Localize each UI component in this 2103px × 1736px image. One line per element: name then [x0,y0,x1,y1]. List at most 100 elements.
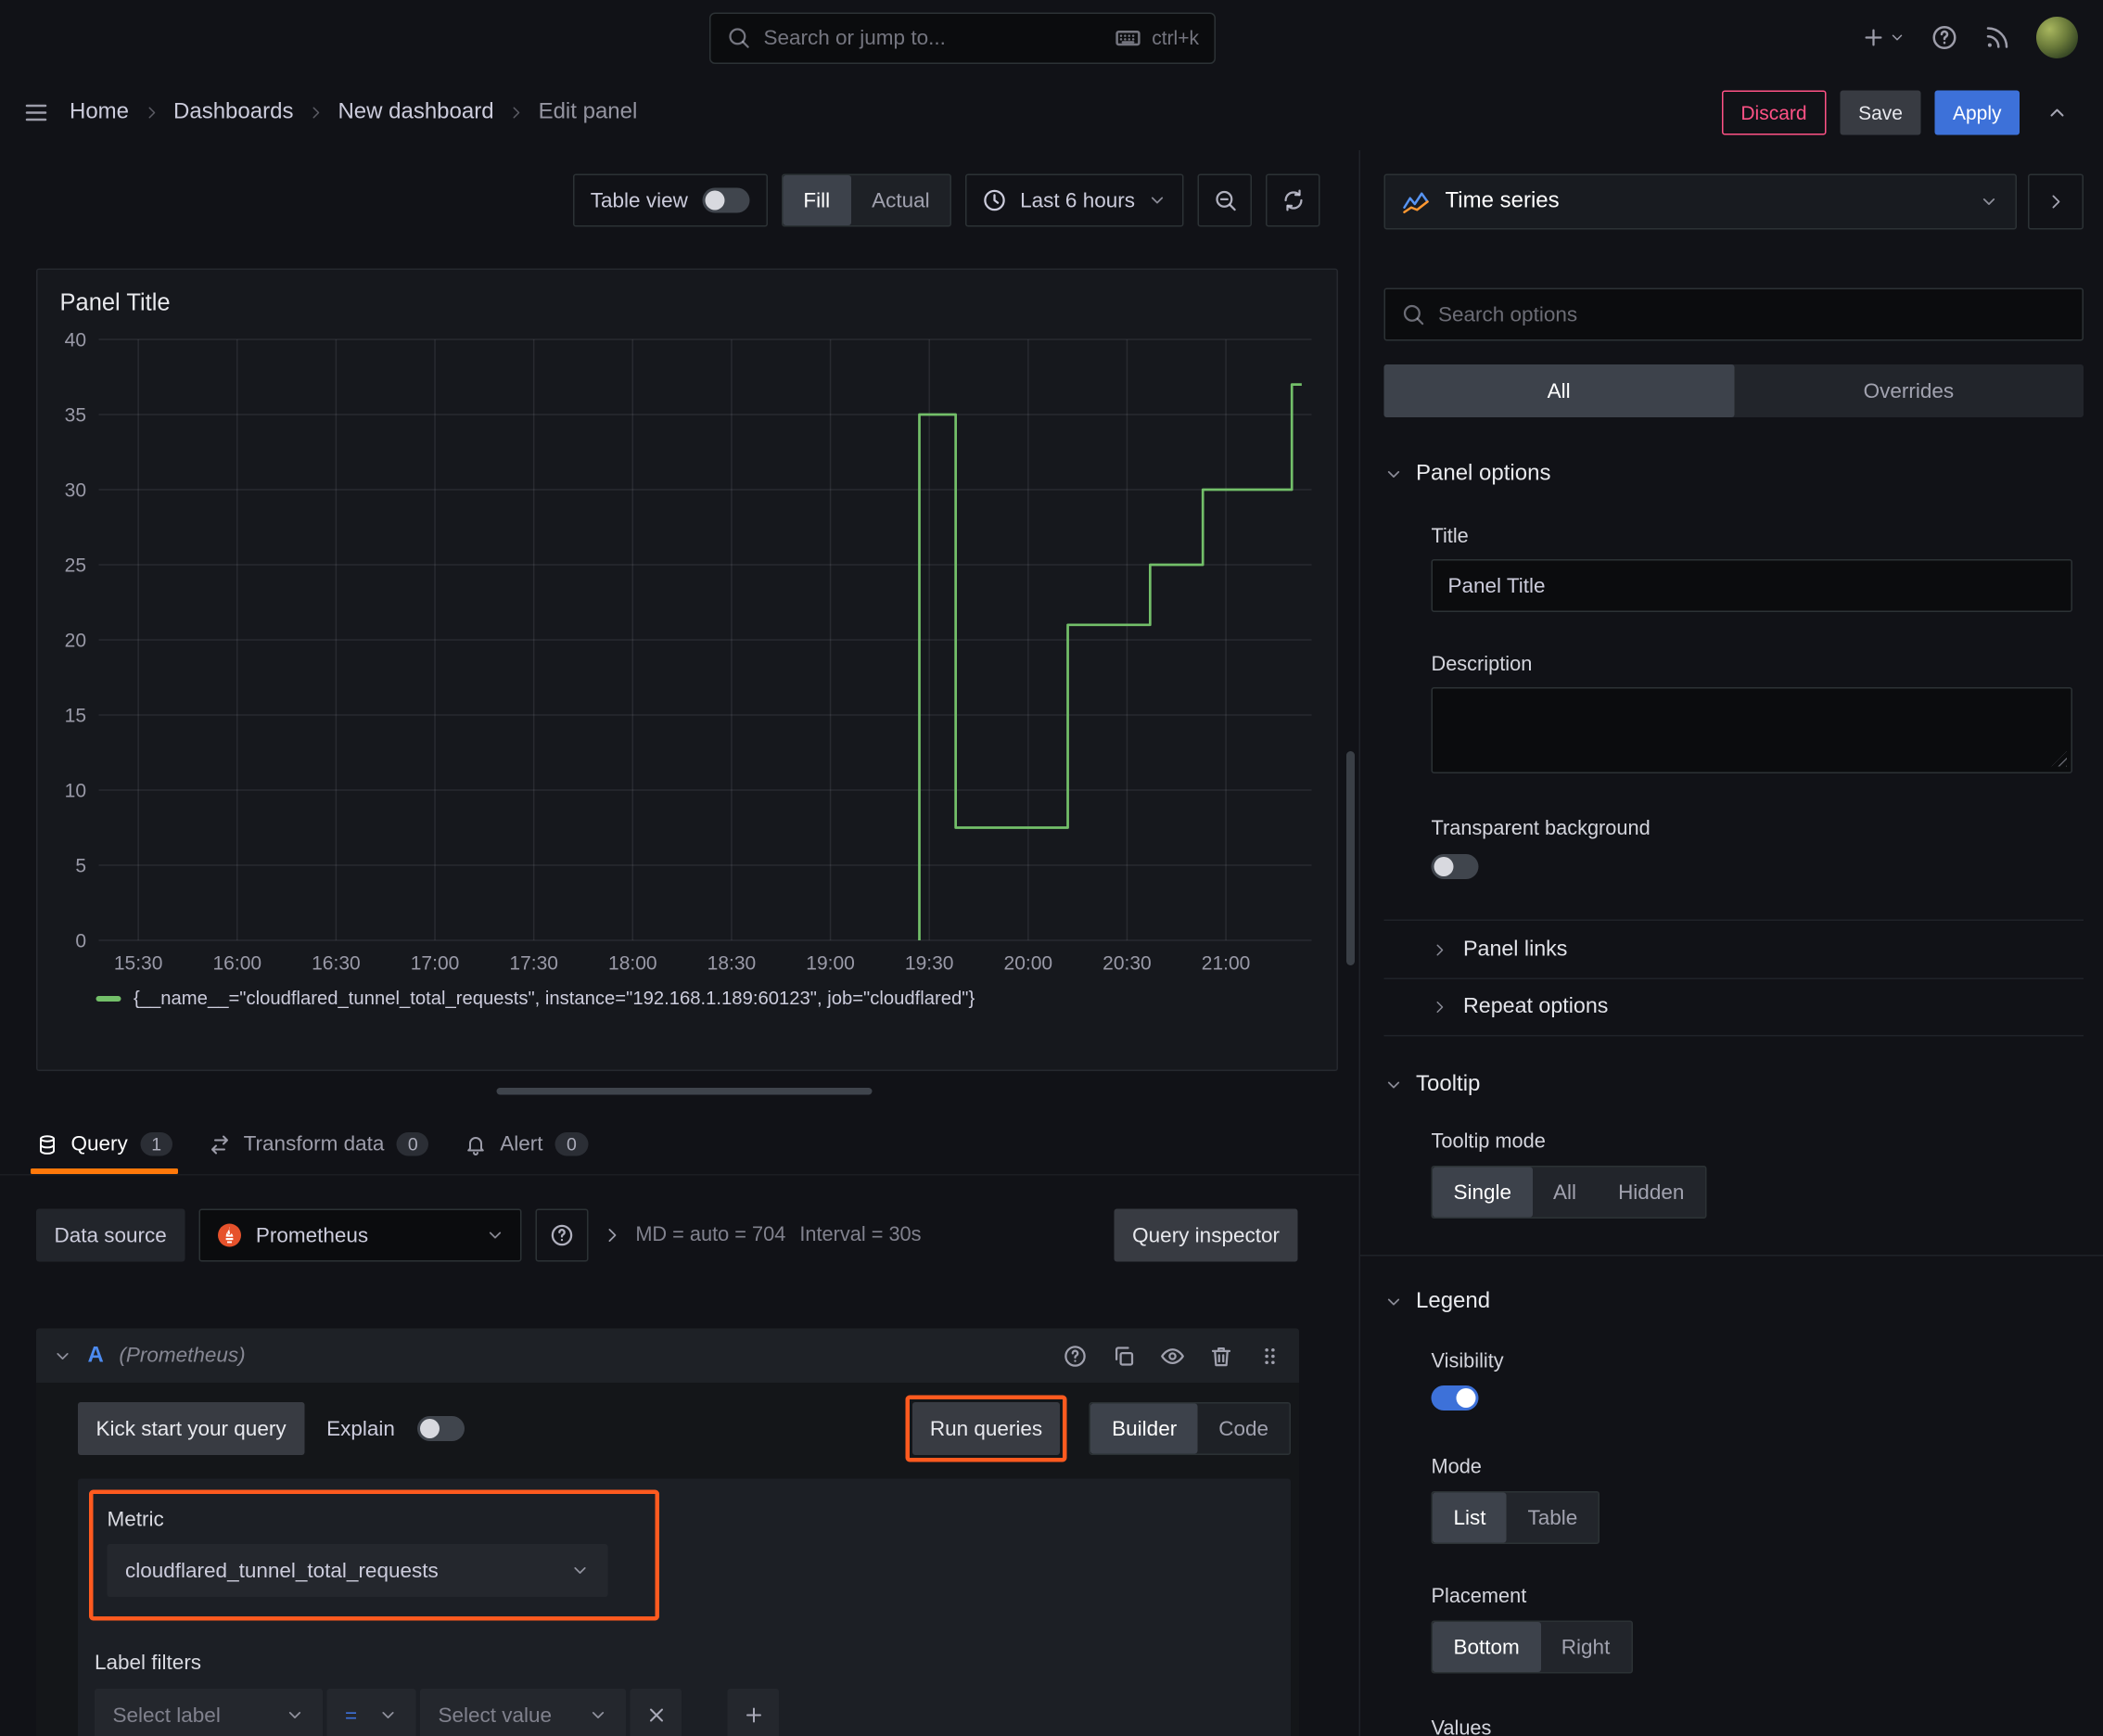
options-tab-all[interactable]: All [1383,364,1734,417]
svg-text:19:00: 19:00 [806,953,855,975]
collapse-query-icon[interactable] [53,1346,72,1365]
discard-button[interactable]: Discard [1721,90,1827,135]
save-button[interactable]: Save [1840,90,1921,135]
query-row-header[interactable]: A (Prometheus) [36,1328,1299,1383]
metric-select[interactable]: cloudflared_tunnel_total_requests [107,1544,608,1597]
breadcrumb-dashboards[interactable]: Dashboards [173,100,293,125]
value-select[interactable]: Select value [420,1689,626,1736]
chevron-up-icon [2046,102,2069,124]
user-avatar[interactable] [2036,17,2078,58]
code-option[interactable]: Code [1198,1404,1290,1454]
question-circle-icon [1063,1343,1088,1368]
metric-label: Metric [107,1508,164,1532]
tab-transform[interactable]: Transform data 0 [209,1115,429,1175]
refresh-button[interactable] [1266,173,1320,227]
section-panel-options[interactable]: Panel options [1384,462,2084,487]
timeseries-chart[interactable]: 0 5 10 15 20 25 30 35 40 15:30 16:00 16:30 17:00 17:3… [55,328,1323,982]
chevron-right-icon [2046,192,2066,211]
legend-placement-right[interactable]: Right [1540,1622,1631,1672]
legend-mode-group: List Table [1431,1491,1600,1544]
datasource-picker[interactable]: Prometheus [198,1208,522,1262]
promql-builder: Metric cloudflared_tunnel_total_requests… [78,1478,1291,1736]
run-queries-annotation: Run queries [904,1395,1068,1462]
query-row-A: A (Prometheus) Kick start your query Exp… [36,1328,1299,1736]
options-search-input[interactable] [1438,302,2067,326]
run-queries-button[interactable]: Run queries [911,1402,1061,1455]
mega-menu-toggle[interactable] [22,99,50,127]
panel-links-row[interactable]: Panel links [1383,919,2084,978]
breadcrumb-new-dashboard[interactable]: New dashboard [338,100,493,125]
section-legend[interactable]: Legend [1384,1290,2084,1315]
panel-links-label: Panel links [1463,937,1568,961]
tab-transform-label: Transform data [243,1132,385,1156]
zoom-out-button[interactable] [1197,173,1252,227]
label-select[interactable]: Select label [95,1689,323,1736]
svg-text:21:00: 21:00 [1202,953,1251,975]
delete-query-button[interactable] [1209,1343,1234,1368]
legend-visibility-toggle[interactable] [1431,1385,1479,1410]
panel-title-input[interactable] [1431,559,2072,612]
operator-value: = [345,1703,358,1728]
search-shortcut-label: ctrl+k [1152,26,1199,49]
visualization-picker[interactable]: Time series [1383,173,2017,230]
datasource-help-button[interactable] [535,1208,589,1262]
timeseries-viz-icon [1402,188,1430,216]
builder-option[interactable]: Builder [1090,1403,1198,1454]
actual-option[interactable]: Actual [851,175,951,225]
legend-mode-table[interactable]: Table [1507,1493,1599,1543]
legend-placement-bottom[interactable]: Bottom [1433,1622,1541,1672]
tooltip-mode-hidden[interactable]: Hidden [1598,1168,1705,1218]
drag-query-handle[interactable] [1257,1343,1282,1368]
tab-alert[interactable]: Alert 0 [465,1115,588,1175]
apply-button[interactable]: Apply [1934,90,2020,135]
explain-toggle[interactable] [416,1416,465,1441]
breadcrumb-home[interactable]: Home [70,100,129,125]
options-search [1383,287,2084,341]
section-tooltip[interactable]: Tooltip [1384,1073,2084,1098]
tooltip-mode-all[interactable]: All [1533,1168,1598,1218]
tab-query[interactable]: Query 1 [30,1115,179,1174]
grafana-logo[interactable] [22,17,64,58]
legend-swatch [96,995,121,1002]
description-textarea[interactable] [1431,687,2072,773]
options-tab-overrides[interactable]: Overrides [1734,364,2084,417]
chevron-down-icon [1384,1293,1404,1312]
search-shortcut: ctrl+k [1115,24,1199,52]
query-inspector-button[interactable]: Query inspector [1114,1208,1298,1262]
tooltip-mode-single[interactable]: Single [1433,1167,1533,1218]
title-label: Title [1431,526,1469,548]
collapse-options-button[interactable] [2028,173,2084,230]
duplicate-query-button[interactable] [1112,1343,1137,1368]
legend-series-name[interactable]: {__name__="cloudflared_tunnel_total_requ… [134,988,975,1009]
repeat-options-row[interactable]: Repeat options [1383,977,2084,1037]
add-filter-button[interactable] [727,1689,779,1736]
label-filters-label: Label filters [95,1651,202,1676]
clock-icon [983,188,1008,213]
left-scrollbar-thumb[interactable] [1346,751,1355,965]
help-button[interactable] [1931,24,1958,52]
options-pane: Time series All Overrides Panel options [1360,150,2103,1736]
legend-mode-list[interactable]: List [1433,1492,1508,1543]
operator-select[interactable]: = [326,1689,416,1736]
time-range-picker[interactable]: Last 6 hours [965,173,1184,227]
collapse-header-button[interactable] [2033,91,2081,135]
query-stats-md: MD = auto = 704 [635,1224,786,1246]
kick-start-button[interactable]: Kick start your query [78,1402,305,1455]
chevron-right-icon [1432,941,1448,958]
svg-text:10: 10 [65,781,86,802]
search-bar[interactable]: Search or jump to... ctrl+k [709,11,1216,64]
toggle-visibility-query-button[interactable] [1160,1343,1185,1368]
edit-panel-content: Table view Fill Actual Last 6 hours Pane… [0,150,2103,1736]
table-view-toggle[interactable] [701,187,749,213]
svg-text:18:00: 18:00 [608,953,657,975]
remove-filter-button[interactable] [630,1689,682,1736]
tooltip-mode-group: Single All Hidden [1431,1166,1707,1219]
panel-resize-handle[interactable] [496,1088,873,1095]
transparent-background-toggle[interactable] [1431,854,1479,879]
news-button[interactable] [1983,24,2011,52]
page-header: Home Dashboards New dashboard Edit panel… [0,75,2103,150]
expand-options-button[interactable] [602,1226,621,1245]
new-menu-button[interactable] [1861,25,1905,50]
query-help-button[interactable] [1063,1343,1088,1368]
fill-option[interactable]: Fill [782,175,851,225]
